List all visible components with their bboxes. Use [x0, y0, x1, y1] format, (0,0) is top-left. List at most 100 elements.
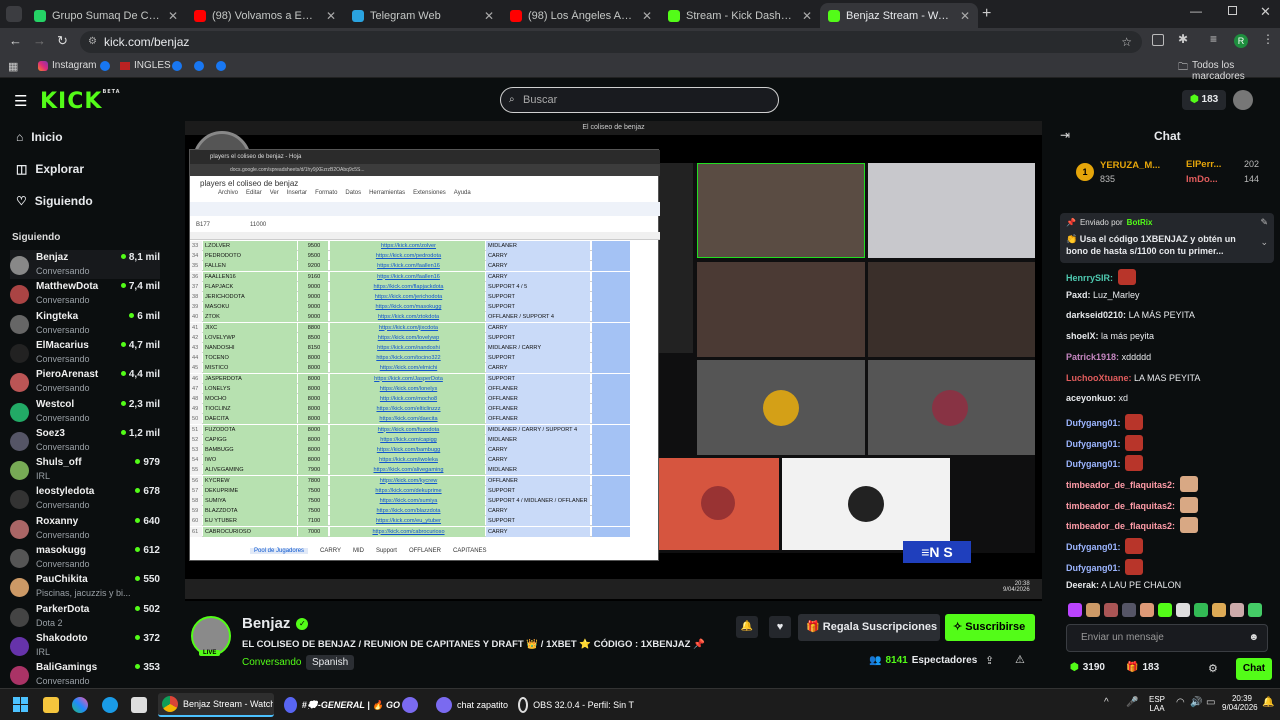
close-tab-icon[interactable]: ✕	[168, 9, 178, 23]
followed-channel[interactable]: Kingteka Conversando 6 mil	[10, 309, 160, 338]
chat-username[interactable]: Deerak:	[1066, 580, 1099, 590]
emote[interactable]	[1176, 603, 1190, 617]
chat-username[interactable]: timbeador_de_flaquitas2:	[1066, 521, 1175, 531]
emote[interactable]	[1140, 603, 1154, 617]
pinned-message[interactable]: 📌 Enviado por BotRix ✎ 👏 Usa el código 1…	[1060, 213, 1274, 263]
follow-heart-button[interactable]: ♥	[769, 616, 791, 638]
back-icon[interactable]: ←	[9, 33, 22, 48]
language-tag[interactable]: Spanish	[306, 655, 355, 670]
browser-tab[interactable]: Grupo Sumaq De Crispín Alegre ✕	[26, 3, 186, 28]
reload-icon[interactable]: ↻	[57, 33, 68, 49]
emote[interactable]	[1248, 603, 1262, 617]
followed-channel[interactable]: leostyledota Conversando 678	[10, 484, 160, 513]
chat-username[interactable]: Paxd:	[1066, 290, 1091, 300]
taskbar-app-chrome[interactable]: Benjaz Stream - Watch l	[158, 693, 274, 717]
chat-username[interactable]: Dufygang01:	[1066, 542, 1121, 552]
report-icon[interactable]: ⚠	[1015, 653, 1025, 666]
chat-message[interactable]: Dufygang01:	[1066, 413, 1144, 430]
chat-message[interactable]: timbeador_de_flaquitas2:	[1066, 476, 1198, 492]
browser-tab[interactable]: (98) Los Ángeles Azules - Nunc ✕	[502, 3, 660, 28]
chat-username[interactable]: darkseid0210:	[1066, 310, 1126, 320]
new-tab-button[interactable]: +	[982, 5, 991, 23]
unpin-icon[interactable]: ✎	[1260, 217, 1268, 228]
followed-channel[interactable]: ElMacarius Conversando 4,7 mil	[10, 338, 160, 367]
facebook-icon[interactable]	[216, 61, 226, 71]
browser-tab[interactable]: Telegram Web ✕	[344, 3, 502, 28]
facebook-icon[interactable]	[172, 61, 182, 71]
emote[interactable]	[1212, 603, 1226, 617]
followed-channel[interactable]: MatthewDota Conversando 7,4 mil	[10, 279, 160, 308]
emoji-picker-icon[interactable]: ☻	[1248, 625, 1259, 651]
user-avatar[interactable]	[1233, 90, 1253, 110]
close-tab-icon[interactable]: ✕	[960, 9, 970, 23]
emote[interactable]	[1194, 603, 1208, 617]
followed-channel[interactable]: Shuls_off IRL 979	[10, 455, 160, 484]
share-icon[interactable]: ⇪	[985, 654, 994, 667]
chat-username[interactable]: Dufygang01:	[1066, 563, 1121, 573]
subscribe-button[interactable]: ✧ Suscribirse	[945, 614, 1035, 641]
close-window-button[interactable]: ✕	[1260, 4, 1271, 20]
kick-logo[interactable]: KICKBETA	[40, 89, 121, 114]
windows-start-icon[interactable]	[13, 697, 28, 712]
facebook-icon[interactable]	[100, 61, 110, 71]
browser-tab[interactable]: Benjaz Stream - Watch Live ✕	[820, 3, 978, 28]
nav-inicio[interactable]: ⌂ Inicio	[16, 130, 63, 144]
collapse-chat-icon[interactable]: ⇥	[1060, 128, 1070, 142]
input-language[interactable]: ESP	[1149, 695, 1165, 704]
browser-tab[interactable]: (98) Volvamos a Empezar - You ✕	[186, 3, 344, 28]
close-tab-icon[interactable]: ✕	[642, 9, 652, 23]
taskbar-clock[interactable]: 20:39	[1222, 694, 1252, 703]
chat-message[interactable]: aceyonkuo: xd	[1066, 393, 1128, 403]
channel-points[interactable]: 3190	[1083, 662, 1105, 673]
edge-icon[interactable]	[102, 697, 118, 713]
video-player[interactable]: El coliseo de benjaz players el coliseo …	[185, 121, 1042, 601]
media-icon[interactable]: ≡	[1210, 32, 1217, 46]
chat-username[interactable]: Dufygang01:	[1066, 459, 1121, 469]
chat-username[interactable]: timbeador_de_flaquitas2:	[1066, 501, 1175, 511]
followed-channel[interactable]: masokugg Conversando 612	[10, 543, 160, 572]
chat-message[interactable]: Deerak: A LAU PE CHALON	[1066, 580, 1181, 590]
profile-avatar[interactable]: R	[1234, 34, 1248, 48]
chat-username[interactable]: Dufygang01:	[1066, 439, 1121, 449]
chat-message[interactable]: Dufygang01:	[1066, 455, 1144, 472]
apps-grid-icon[interactable]: ▦	[8, 60, 18, 73]
followed-channel[interactable]: Benjaz Conversando 8,1 mil	[10, 250, 160, 279]
chat-username[interactable]: shoelX:	[1066, 331, 1099, 341]
hamburger-menu-icon[interactable]: ☰	[14, 92, 27, 110]
nav-siguiendo[interactable]: ♡ Siguiendo	[16, 194, 93, 208]
bookmark-instagram[interactable]: Instagram	[38, 60, 96, 71]
chat-message[interactable]: HenrrySIR:	[1066, 269, 1136, 285]
chat-message[interactable]: timbeador_de_flaquitas2:	[1066, 517, 1198, 534]
extensions-icon[interactable]	[1152, 34, 1164, 46]
chat-username[interactable]: HenrrySIR:	[1066, 273, 1113, 283]
emote[interactable]	[1230, 603, 1244, 617]
followed-channel[interactable]: Westcol Conversando 2,3 mil	[10, 397, 160, 426]
store-icon[interactable]	[131, 697, 147, 713]
chat-message[interactable]: timbeador_de_flaquitas2:	[1066, 496, 1198, 513]
taskbar-app-discord[interactable]: #💭-GENERAL | 🔥 GO	[280, 693, 400, 717]
chat-username[interactable]: aceyonkuo:	[1066, 393, 1116, 403]
discord-alt-icon[interactable]	[402, 697, 418, 713]
close-tab-icon[interactable]: ✕	[484, 9, 494, 23]
followed-channel[interactable]: Shakodoto IRL 372	[10, 631, 160, 660]
notifications-icon[interactable]: 🔔	[1262, 697, 1274, 708]
streamer-name[interactable]: Benjaz	[242, 615, 290, 632]
chat-message[interactable]: LuchooXtuane: LA MAS PEYITA	[1066, 373, 1200, 383]
microphone-icon[interactable]: 🎤	[1126, 697, 1138, 708]
followed-channel[interactable]: PauChikita Piscinas, jacuzzis y bi... 550	[10, 572, 160, 601]
chat-username[interactable]: timbeador_de_flaquitas2:	[1066, 480, 1175, 490]
chat-message[interactable]: Dufygang01:	[1066, 558, 1144, 575]
gift-subs-button[interactable]: 🎁 Regala Suscripciones	[798, 614, 940, 641]
emote[interactable]	[1122, 603, 1136, 617]
chat-message[interactable]: darkseid0210: LA MÁS PEYITA	[1066, 310, 1195, 320]
taskbar-app-obs[interactable]: OBS 32.0.4 - Perfil: Sin T	[514, 693, 634, 717]
chat-username[interactable]: Dufygang01:	[1066, 418, 1121, 428]
maximize-button[interactable]	[1228, 6, 1237, 15]
minimize-button[interactable]: —	[1190, 4, 1202, 18]
chat-settings-icon[interactable]: ⚙	[1208, 662, 1218, 675]
emote[interactable]	[1158, 603, 1172, 617]
close-tab-icon[interactable]: ✕	[802, 9, 812, 23]
facebook-icon[interactable]	[194, 61, 204, 71]
emote[interactable]	[1104, 603, 1118, 617]
search-input[interactable]: ⌕ Buscar	[500, 87, 779, 113]
